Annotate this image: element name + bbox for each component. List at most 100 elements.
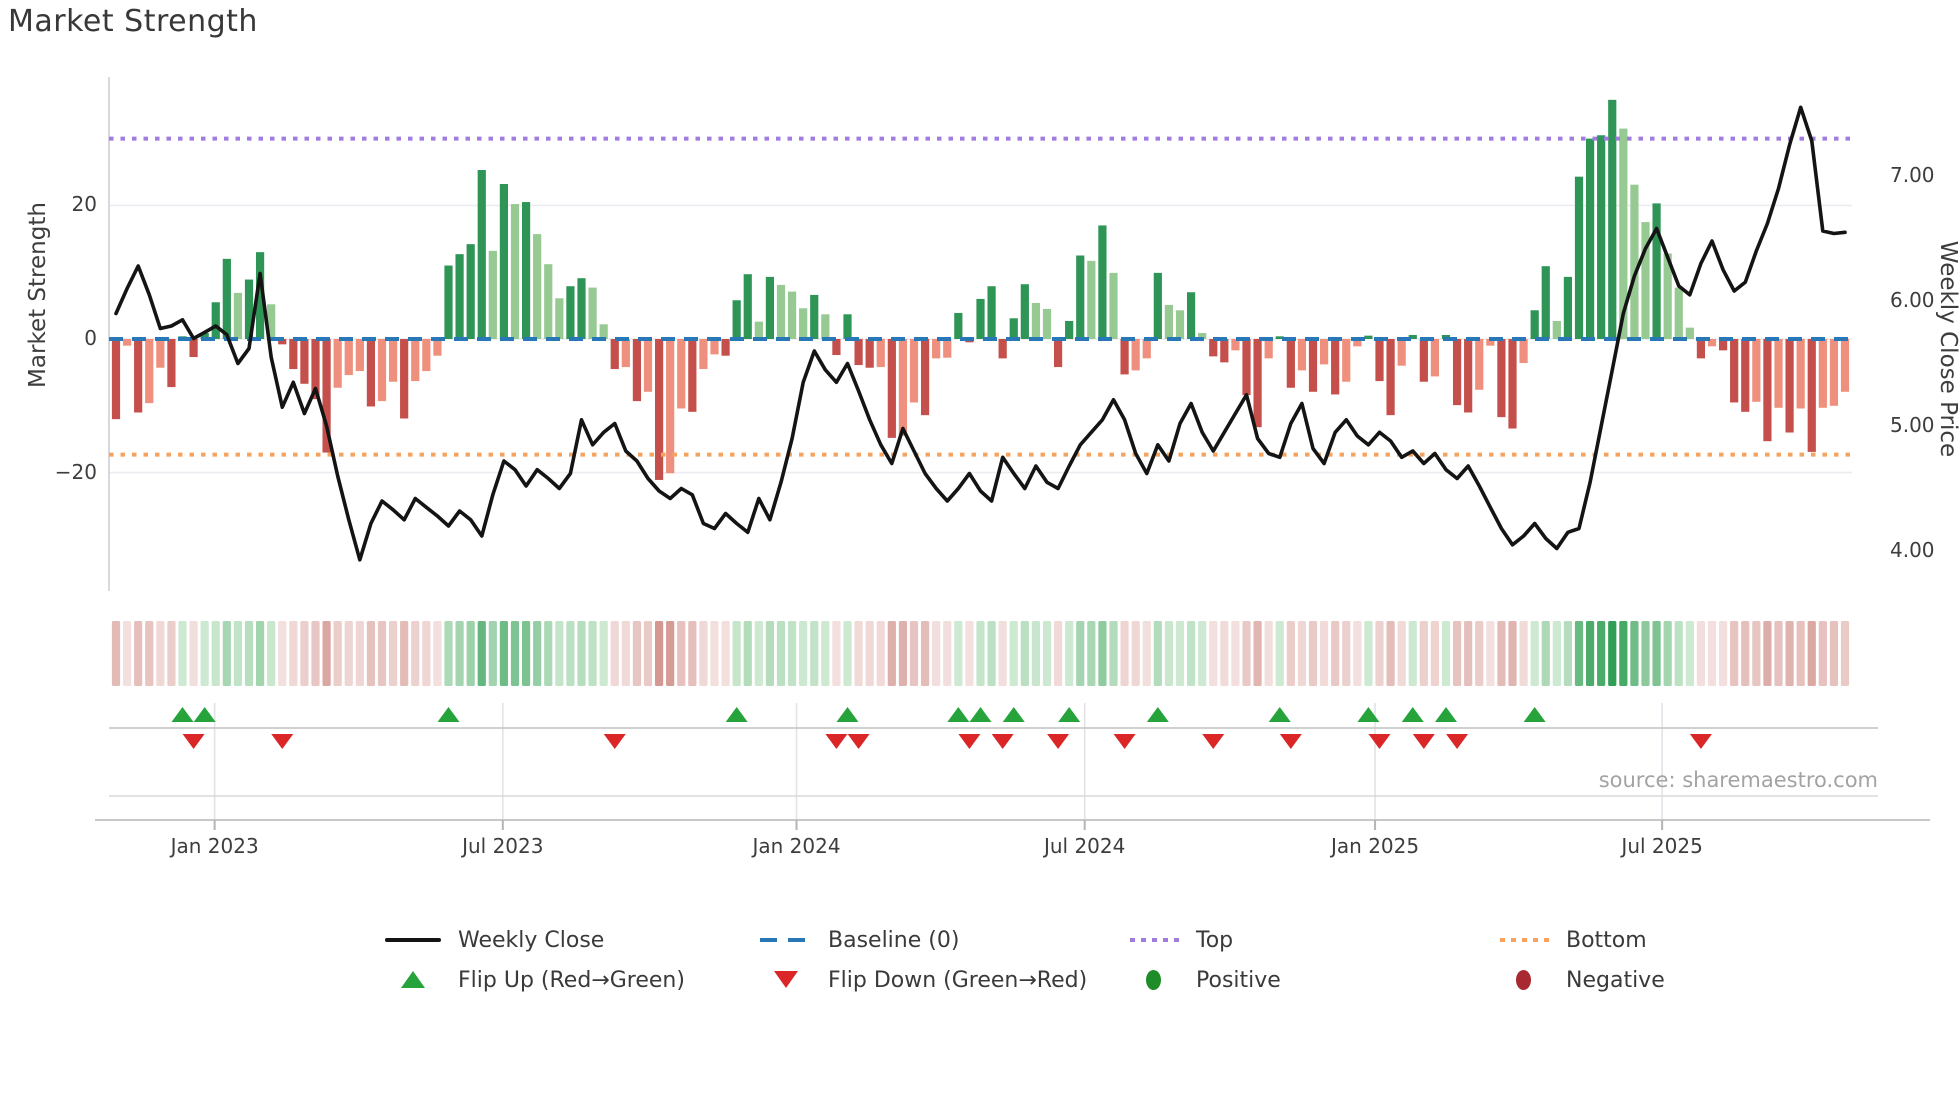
heatmap-cell: [1630, 621, 1639, 686]
strength-bar: [145, 339, 154, 404]
strength-bar: [1375, 339, 1384, 382]
heatmap-cell: [1065, 621, 1074, 686]
strength-bar: [1741, 339, 1750, 412]
heatmap-cell: [909, 621, 919, 686]
heatmap-cell: [400, 621, 409, 686]
strength-bar: [898, 339, 908, 436]
strength-bar: [488, 250, 497, 339]
heatmap-cell: [1818, 621, 1827, 686]
heatmap-cell: [1597, 621, 1606, 686]
strength-bar: [1818, 339, 1827, 408]
heatmap-cell: [1153, 621, 1162, 686]
heatmap-cell: [1076, 621, 1085, 686]
strength-bar: [411, 339, 420, 382]
heatmap-cell: [145, 621, 154, 686]
strength-bar: [1497, 339, 1506, 418]
heatmap-cell: [1785, 621, 1794, 686]
flip-up-marker: [1002, 707, 1025, 722]
heatmap-cell: [1574, 621, 1584, 686]
heatmap-cell: [1840, 621, 1850, 686]
strength-bar: [854, 339, 863, 366]
strength-bar: [699, 339, 708, 370]
strength-bar: [1829, 339, 1839, 406]
marker-band: [109, 703, 1878, 820]
strength-bar: [776, 284, 786, 339]
heatmap-cell: [1452, 621, 1462, 686]
heatmap-cell: [1397, 621, 1406, 686]
heatmap-cell: [122, 621, 132, 686]
heatmap-cell: [1707, 621, 1717, 686]
x-tick-label: Jan 2025: [1331, 834, 1420, 858]
strength-bar: [1087, 260, 1096, 339]
heatmap-cell: [1752, 621, 1761, 686]
strength-bar: [510, 204, 520, 339]
strength-bar: [1519, 339, 1528, 364]
flip-down-marker: [271, 734, 294, 749]
flip-down-marker: [1113, 734, 1136, 749]
heatmap-cell: [1563, 621, 1573, 686]
flip-up-marker: [193, 707, 216, 722]
heatmap-cell: [787, 621, 797, 686]
strength-bar: [1242, 339, 1251, 396]
strength-bar: [688, 339, 697, 412]
heatmap-cell: [1519, 621, 1528, 686]
strength-bar: [1574, 176, 1584, 339]
strength-bar: [134, 339, 143, 413]
price-tick-label: 5.00: [1890, 413, 1935, 437]
flip-down-marker: [182, 734, 205, 749]
heatmap-cell: [1175, 621, 1185, 686]
strength-bar: [976, 298, 985, 339]
heatmap-cell: [1386, 621, 1395, 686]
strength-bar: [588, 287, 597, 339]
heatmap-cell: [810, 621, 819, 686]
heatmap-cell: [1042, 621, 1052, 686]
heatmap-cell: [1497, 621, 1506, 686]
strength-bar: [621, 339, 630, 368]
heatmap-cell: [499, 621, 509, 686]
heatmap-cell: [954, 621, 963, 686]
strength-bar: [577, 278, 586, 339]
heatmap-cell: [322, 621, 331, 686]
strength-bar: [466, 244, 475, 339]
heatmap-cell: [898, 621, 908, 686]
strength-bar: [1042, 308, 1052, 339]
strength-bar: [1652, 203, 1661, 339]
heatmap-cell: [843, 621, 852, 686]
strength-bar: [1065, 320, 1074, 339]
heatmap-cell: [743, 621, 752, 686]
strength-bar: [1397, 339, 1406, 366]
price-tick-label: 6.00: [1890, 288, 1935, 312]
heatmap-cell: [411, 621, 420, 686]
strength-bar: [377, 339, 387, 402]
flip-up-marker: [1268, 707, 1291, 722]
strength-bar: [444, 265, 453, 339]
heatmap-cell: [799, 621, 808, 686]
strength-bar: [1164, 304, 1174, 339]
heatmap-cell: [466, 621, 475, 686]
heatmap-cell: [643, 621, 653, 686]
flip-up-marker: [947, 707, 970, 722]
heatmap-cell: [1331, 621, 1340, 686]
flip-down-marker: [1368, 734, 1391, 749]
heatmap-cell: [1475, 621, 1484, 686]
heatmap-cell: [599, 621, 608, 686]
flip-up-marker: [1357, 707, 1380, 722]
heatmap-cell: [1541, 621, 1550, 686]
strength-bar: [1120, 339, 1129, 375]
heatmap-cell: [632, 621, 642, 686]
strength-bar: [1807, 339, 1816, 452]
heatmap-cell: [510, 621, 520, 686]
strength-bar: [1264, 339, 1273, 359]
strength-bar: [765, 276, 775, 339]
y-tick-label: 20: [71, 192, 97, 217]
heatmap-cell: [278, 621, 287, 686]
heatmap-cell: [156, 621, 165, 686]
strength-bar: [943, 339, 952, 358]
heatmap-cell: [533, 621, 542, 686]
heatmap-cell: [1220, 621, 1229, 686]
strength-bar: [555, 298, 564, 339]
heatmap-cell: [1142, 621, 1151, 686]
strength-bar: [1131, 339, 1140, 371]
heatmap-cell: [1552, 621, 1561, 686]
heatmap-cell: [566, 621, 575, 686]
